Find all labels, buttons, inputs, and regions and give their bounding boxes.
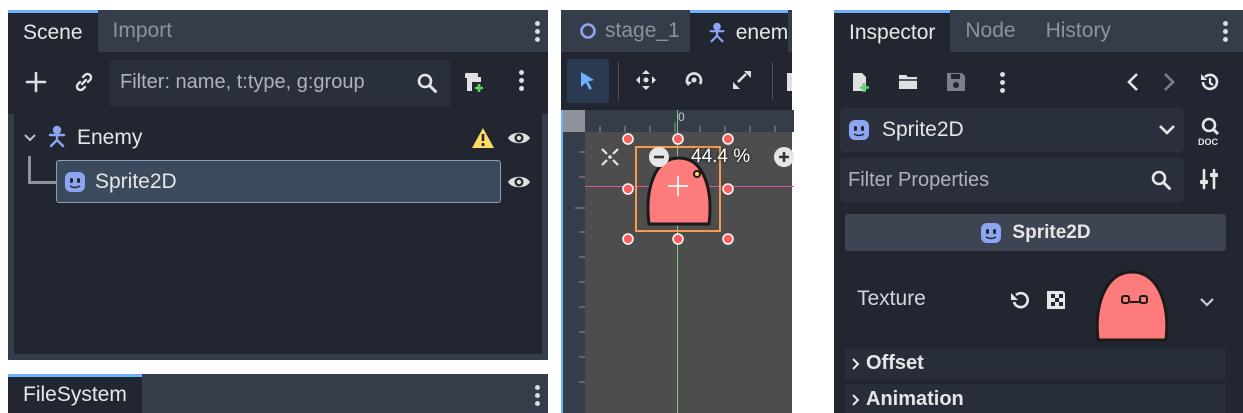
scene-options-icon[interactable] xyxy=(519,67,525,94)
tab-inspector[interactable]: Inspector xyxy=(834,10,951,52)
toolbar-separator xyxy=(772,62,773,100)
texture-property-label: Texture xyxy=(857,287,926,310)
section-header-label: Sprite2D xyxy=(1012,221,1091,243)
new-resource-icon[interactable] xyxy=(848,70,872,94)
editor-tabs: stage_1 enem xyxy=(561,10,789,52)
tab-stage-1-label: stage_1 xyxy=(605,19,680,42)
inspector-options-icon[interactable] xyxy=(1000,69,1006,96)
ruler-left xyxy=(563,132,585,413)
node2d-circle-icon xyxy=(580,23,596,39)
add-node-icon[interactable] xyxy=(22,68,50,96)
scene-filter-placeholder: Filter: name, t:type, g:group xyxy=(120,71,365,93)
tab-scene[interactable]: Scene xyxy=(8,10,98,52)
select-tool-icon[interactable] xyxy=(567,59,609,103)
subsection-offset-label: Offset xyxy=(866,352,924,374)
subsection-animation-label: Animation xyxy=(866,388,964,410)
tab-stage-1[interactable]: stage_1 xyxy=(561,10,690,52)
chevron-down-icon xyxy=(1159,125,1175,135)
scene-dock-tabs: Scene Import xyxy=(8,10,187,52)
doc-icon[interactable]: DOC xyxy=(1196,116,1226,146)
rotate-tool-icon[interactable] xyxy=(681,67,707,93)
inspector-dock-menu-icon[interactable] xyxy=(1223,18,1229,45)
chevron-right-icon xyxy=(852,394,860,406)
recent-history-icon[interactable] xyxy=(1198,70,1222,94)
search-icon xyxy=(1151,170,1171,190)
filter-properties-placeholder: Filter Properties xyxy=(848,169,990,191)
scene-filter-input[interactable]: Filter: name, t:type, g:group xyxy=(110,60,450,106)
object-selector[interactable]: Sprite2D xyxy=(840,108,1184,152)
tools-icon[interactable] xyxy=(1198,168,1222,192)
chevron-right-icon xyxy=(852,358,860,370)
zoom-reset-icon[interactable] xyxy=(599,146,621,168)
zoom-level-label[interactable]: 44.4 % xyxy=(691,146,750,168)
ruler-corner xyxy=(563,110,585,132)
scene-dock: Scene Import Filter: name, t:type, g:gro… xyxy=(8,10,548,360)
inspector-dock: Inspector Node History Sprite2D DOC Filt… xyxy=(834,10,1243,413)
tree-connector-h xyxy=(28,181,58,184)
visibility-eye-icon[interactable] xyxy=(506,170,532,194)
ruler-top: 0 xyxy=(585,110,794,132)
search-icon xyxy=(414,70,440,96)
list-tool-icon[interactable] xyxy=(787,73,792,91)
viewport-panel: stage_1 enem 0 44.4 % xyxy=(561,10,795,413)
link-icon[interactable] xyxy=(70,68,98,96)
tree-item-enemy[interactable]: Enemy xyxy=(77,126,142,150)
tree-connector xyxy=(28,156,31,183)
filesystem-tabs: FileSystem xyxy=(8,374,142,413)
sprite2d-icon xyxy=(62,169,88,195)
svg-text:DOC: DOC xyxy=(1198,137,1219,146)
history-forward-icon[interactable] xyxy=(1158,70,1180,94)
character-body-icon xyxy=(44,124,70,150)
zoom-out-icon[interactable] xyxy=(648,146,670,168)
texture-preview-blob[interactable] xyxy=(1092,268,1172,344)
tab-node[interactable]: Node xyxy=(950,10,1030,52)
character-body-icon xyxy=(709,22,725,42)
move-tool-icon[interactable] xyxy=(633,67,659,93)
tab-enemy-label: enem xyxy=(735,20,789,44)
revert-icon[interactable] xyxy=(1008,288,1032,312)
tab-history[interactable]: History xyxy=(1031,10,1126,52)
warning-icon[interactable] xyxy=(470,126,496,150)
section-header-content: Sprite2D xyxy=(845,214,1226,251)
filesystem-dock: FileSystem xyxy=(8,374,548,413)
filesystem-menu-icon[interactable] xyxy=(535,382,541,409)
section-header-sprite2d[interactable]: Sprite2D xyxy=(845,214,1226,251)
filter-properties-input[interactable]: Filter Properties xyxy=(840,158,1184,202)
toolbar-separator xyxy=(618,62,619,100)
sprite2d-icon xyxy=(849,120,869,140)
tab-import[interactable]: Import xyxy=(98,10,188,52)
ruler-zero-label: 0 xyxy=(678,110,685,124)
texture-dropdown-chevron-icon[interactable] xyxy=(1199,296,1215,308)
collapse-arrow-icon[interactable] xyxy=(22,130,38,146)
save-icon[interactable] xyxy=(944,70,968,94)
checker-texture-icon[interactable] xyxy=(1044,288,1068,312)
canvas-viewport[interactable]: 0 44.4 % xyxy=(561,110,795,413)
scene-tree xyxy=(14,114,542,354)
subsection-offset[interactable]: Offset xyxy=(845,348,1226,380)
scale-tool-icon[interactable] xyxy=(729,67,755,93)
tab-filesystem[interactable]: FileSystem xyxy=(8,374,142,413)
tab-enemy[interactable]: enem xyxy=(689,10,789,52)
inspector-tabs: Inspector Node History xyxy=(834,10,1126,52)
subsection-animation[interactable]: Animation xyxy=(845,384,1226,413)
visibility-eye-icon[interactable] xyxy=(506,126,532,150)
scene-dock-menu-icon[interactable] xyxy=(535,18,541,45)
tree-item-sprite2d[interactable]: Sprite2D xyxy=(95,170,177,194)
history-back-icon[interactable] xyxy=(1122,70,1144,94)
open-folder-icon[interactable] xyxy=(896,70,920,94)
zoom-in-icon[interactable] xyxy=(773,146,795,168)
sprite2d-icon xyxy=(981,222,1002,243)
object-selector-label: Sprite2D xyxy=(882,118,964,141)
script-add-icon[interactable] xyxy=(460,68,488,96)
